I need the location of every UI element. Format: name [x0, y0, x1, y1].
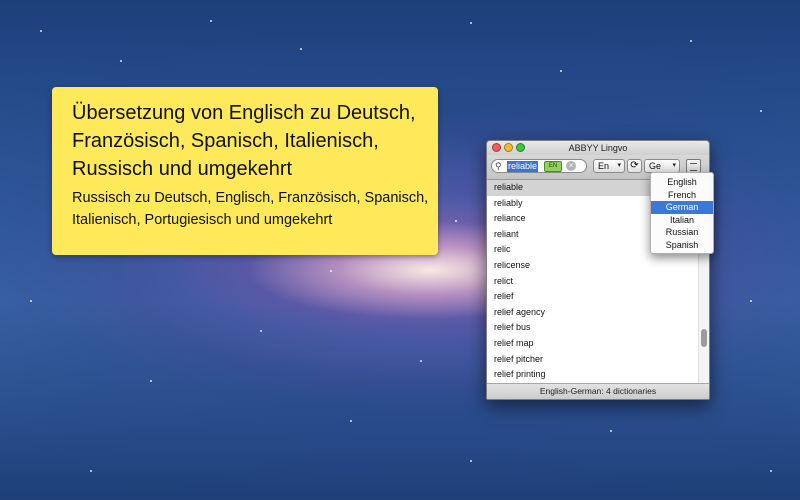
window-controls	[492, 143, 525, 152]
promo-subtitle: Russisch zu Deutsch, Englisch, Französis…	[72, 190, 429, 228]
close-window-button[interactable]	[492, 143, 501, 152]
menu-item-french[interactable]: French	[651, 189, 713, 202]
target-language-menu: English French German Italian Russian Sp…	[650, 172, 714, 254]
menu-item-english[interactable]: English	[651, 176, 713, 189]
window-titlebar[interactable]: ABBYY Lingvo	[487, 141, 709, 155]
menu-item-german[interactable]: German	[651, 201, 713, 214]
menu-item-russian[interactable]: Russian	[651, 226, 713, 239]
menu-item-spanish[interactable]: Spanish	[651, 239, 713, 252]
clear-search-icon[interactable]: ×	[566, 161, 577, 171]
search-icon[interactable]: ⚲	[495, 161, 505, 172]
source-language-value: En	[598, 161, 610, 171]
list-item[interactable]: relict	[487, 274, 709, 290]
swap-icon: ⟳	[630, 160, 639, 171]
chevron-updown-icon: ▾	[617, 162, 621, 169]
list-item[interactable]: relief pitcher	[487, 352, 709, 368]
status-bar: English-German: 4 dictionaries	[487, 383, 709, 399]
target-language-select[interactable]: Ge ▾	[644, 159, 680, 173]
list-item[interactable]: relief agency	[487, 305, 709, 321]
source-language-select[interactable]: En ▾	[593, 159, 625, 173]
list-item[interactable]: relief bus	[487, 320, 709, 336]
list-item[interactable]: relicense	[487, 258, 709, 274]
list-item[interactable]: relief map	[487, 336, 709, 352]
dictionary-book-icon[interactable]	[686, 159, 701, 173]
target-language-value: Ge	[649, 161, 662, 171]
chevron-updown-icon: ▾	[672, 162, 676, 169]
swap-languages-button[interactable]: ⟳	[627, 159, 642, 173]
search-input[interactable]: reliable	[507, 160, 539, 172]
scroll-thumb[interactable]	[701, 329, 707, 347]
keyboard-layout-icon[interactable]: EN	[544, 160, 563, 172]
menu-item-italian[interactable]: Italian	[651, 214, 713, 227]
list-item[interactable]: relief	[487, 289, 709, 305]
search-field[interactable]: ⚲ reliable EN ×	[491, 159, 587, 173]
zoom-window-button[interactable]	[516, 143, 525, 152]
promo-title: Übersetzung von Englisch zu Deutsch, Fra…	[72, 102, 416, 180]
minimize-window-button[interactable]	[504, 143, 513, 152]
window-title: ABBYY Lingvo	[568, 143, 628, 153]
promo-card: Übersetzung von Englisch zu Deutsch, Fra…	[52, 87, 438, 255]
list-item[interactable]: relief printing	[487, 367, 709, 383]
